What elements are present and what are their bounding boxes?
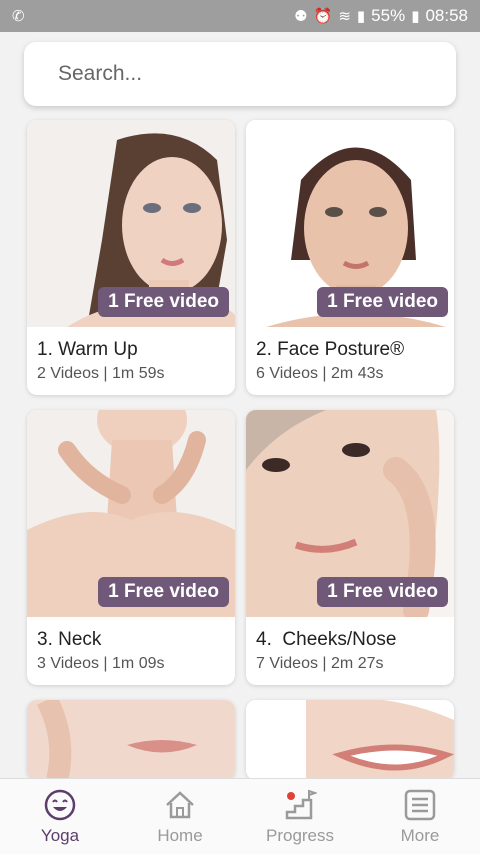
robot-icon: ⚉ [294, 8, 308, 25]
category-card-neck[interactable]: 1 Free video 3. Neck 3 Videos | 1m 09s [27, 410, 235, 685]
category-card-partial[interactable] [27, 700, 235, 780]
card-title: 3. Neck [37, 629, 102, 650]
card-title: 4. Cheeks/Nose [256, 629, 397, 650]
card-thumbnail: 1 Free video [27, 410, 235, 617]
card-thumbnail: 1 Free video [246, 120, 454, 327]
whatsapp-icon: ✆ [12, 8, 25, 25]
battery-icon: ▮ [411, 8, 420, 25]
search-input[interactable] [56, 61, 456, 87]
card-meta: 2 Videos | 1m 59s [37, 365, 165, 382]
nav-label: Progress [265, 825, 335, 845]
category-card-cheeks-nose[interactable]: 1 Free video 4. Cheeks/Nose 7 Videos | 2… [246, 410, 454, 685]
wifi-icon: ≋ [338, 8, 351, 25]
card-meta: 7 Videos | 2m 27s [256, 655, 384, 672]
status-right: ⚉ ⏰ ≋ ▮ 55% ▮ 08:58 [294, 6, 468, 26]
free-video-badge: 1 Free video [98, 287, 229, 317]
free-video-badge: 1 Free video [98, 577, 229, 607]
category-card-partial[interactable] [246, 700, 454, 780]
nav-item-more[interactable]: More [360, 779, 480, 854]
nav-item-home[interactable]: Home [120, 779, 240, 854]
card-thumbnail: 1 Free video [27, 120, 235, 327]
home-icon [166, 790, 194, 818]
card-title: 1. Warm Up [37, 339, 138, 360]
smile-icon [44, 789, 76, 820]
battery-percent: 55% [371, 6, 406, 25]
menu-icon [404, 789, 436, 820]
free-video-badge: 1 Free video [317, 287, 448, 317]
nav-label: More [400, 825, 440, 845]
free-video-badge: 1 Free video [317, 577, 448, 607]
alarm-icon: ⏰ [313, 8, 333, 25]
stairs-flag-icon [285, 789, 317, 819]
nav-label: Home [157, 825, 203, 845]
card-meta: 3 Videos | 1m 09s [37, 655, 165, 672]
category-card-face-posture[interactable]: 1 Free video 2. Face Posture® 6 Videos |… [246, 120, 454, 395]
smile-photo-illustration [246, 700, 454, 780]
category-card-warm-up[interactable]: 1 Free video 1. Warm Up 2 Videos | 1m 59… [27, 120, 235, 395]
clock: 08:58 [425, 6, 468, 25]
signal-icon: ▮ [356, 8, 366, 25]
nav-item-yoga[interactable]: Yoga [0, 779, 120, 854]
bottom-navigation: Yoga Home Progress More [0, 778, 480, 854]
card-meta: 6 Videos | 2m 43s [256, 365, 384, 382]
lips-photo-illustration [27, 700, 235, 780]
search-bar[interactable] [24, 42, 456, 106]
nav-item-progress[interactable]: Progress [240, 779, 360, 854]
status-bar: ✆ ⚉ ⏰ ≋ ▮ 55% ▮ 08:58 [0, 0, 480, 32]
card-thumbnail: 1 Free video [246, 410, 454, 617]
card-title: 2. Face Posture® [256, 339, 405, 360]
nav-label: Yoga [40, 825, 80, 845]
